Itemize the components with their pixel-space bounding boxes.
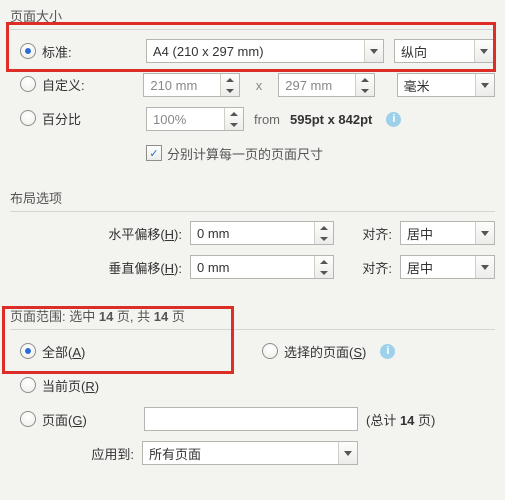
from-label: from <box>254 112 280 127</box>
pages-total-label: (总计 14 页) <box>366 410 435 429</box>
radio-current[interactable]: 当前页(R) <box>20 376 99 395</box>
h-align-combo[interactable]: 居中 <box>400 221 495 245</box>
radio-selected-pages[interactable]: 选择的页面(S) <box>262 342 366 361</box>
custom-width-field[interactable]: 210 mm <box>143 73 239 97</box>
h-align-value: 居中 <box>407 224 433 243</box>
radio-custom[interactable]: 自定义: <box>20 75 85 94</box>
radio-percent-label: 百分比 <box>42 109 81 128</box>
h-offset-value: 0 mm <box>197 226 230 241</box>
radio-standard-label: 标准: <box>42 42 72 61</box>
spinner-icon <box>314 222 333 244</box>
chevron-down-icon <box>475 256 494 278</box>
radio-all-label: 全部(A) <box>42 342 85 361</box>
times-label: x <box>250 78 269 93</box>
v-align-combo[interactable]: 居中 <box>400 255 495 279</box>
unit-combo[interactable]: 毫米 <box>397 73 495 97</box>
apply-to-value: 所有页面 <box>149 444 201 463</box>
checkbox-each-page[interactable]: ✓ 分别计算每一页的页面尺寸 <box>146 144 323 163</box>
spinner-icon <box>314 256 333 278</box>
info-icon[interactable]: i <box>386 112 401 127</box>
percent-value: 100% <box>153 112 186 127</box>
custom-height-value: 297 mm <box>285 78 332 93</box>
radio-pages-label: 页面(G) <box>42 410 87 429</box>
chevron-down-icon <box>364 40 383 62</box>
section-page-size-title: 页面大小 <box>10 0 495 30</box>
h-offset-label: 水平偏移(H): <box>10 224 182 243</box>
v-offset-label: 垂直偏移(H): <box>10 258 182 277</box>
preset-combo[interactable]: A4 (210 x 297 mm) <box>146 39 384 63</box>
radio-selected-pages-label: 选择的页面(S) <box>284 342 366 361</box>
radio-standard[interactable]: 标准: <box>20 42 72 61</box>
spinner-icon <box>220 74 239 96</box>
chevron-down-icon <box>338 442 357 464</box>
info-icon[interactable]: i <box>380 344 395 359</box>
percent-field[interactable]: 100% <box>146 107 244 131</box>
pages-input[interactable] <box>144 407 358 431</box>
chevron-down-icon <box>474 40 493 62</box>
unit-value: 毫米 <box>404 76 430 95</box>
checkbox-each-page-label: 分别计算每一页的页面尺寸 <box>167 144 323 163</box>
h-offset-field[interactable]: 0 mm <box>190 221 334 245</box>
v-align-value: 居中 <box>407 258 433 277</box>
v-offset-field[interactable]: 0 mm <box>190 255 334 279</box>
radio-custom-label: 自定义: <box>42 75 85 94</box>
custom-width-value: 210 mm <box>150 78 197 93</box>
custom-height-field[interactable]: 297 mm <box>278 73 374 97</box>
orientation-combo[interactable]: 纵向 <box>394 39 494 63</box>
radio-percent[interactable]: 百分比 <box>20 109 81 128</box>
from-value: 595pt x 842pt <box>290 112 372 127</box>
chevron-down-icon <box>475 222 494 244</box>
apply-to-combo[interactable]: 所有页面 <box>142 441 358 465</box>
radio-current-label: 当前页(R) <box>42 376 99 395</box>
check-icon: ✓ <box>146 145 162 161</box>
radio-pages[interactable]: 页面(G) <box>20 410 136 429</box>
section-range-title: 页面范围: 选中 14 页, 共 14 页 <box>10 300 495 330</box>
preset-value: A4 (210 x 297 mm) <box>153 44 264 59</box>
spinner-icon <box>355 74 374 96</box>
h-align-label: 对齐: <box>342 224 392 243</box>
section-layout-title: 布局选项 <box>10 182 495 212</box>
radio-all[interactable]: 全部(A) <box>20 342 85 361</box>
orientation-value: 纵向 <box>401 42 427 61</box>
chevron-down-icon <box>475 74 494 96</box>
apply-to-label: 应用到: <box>10 444 134 463</box>
v-offset-value: 0 mm <box>197 260 230 275</box>
v-align-label: 对齐: <box>342 258 392 277</box>
spinner-icon <box>224 108 243 130</box>
